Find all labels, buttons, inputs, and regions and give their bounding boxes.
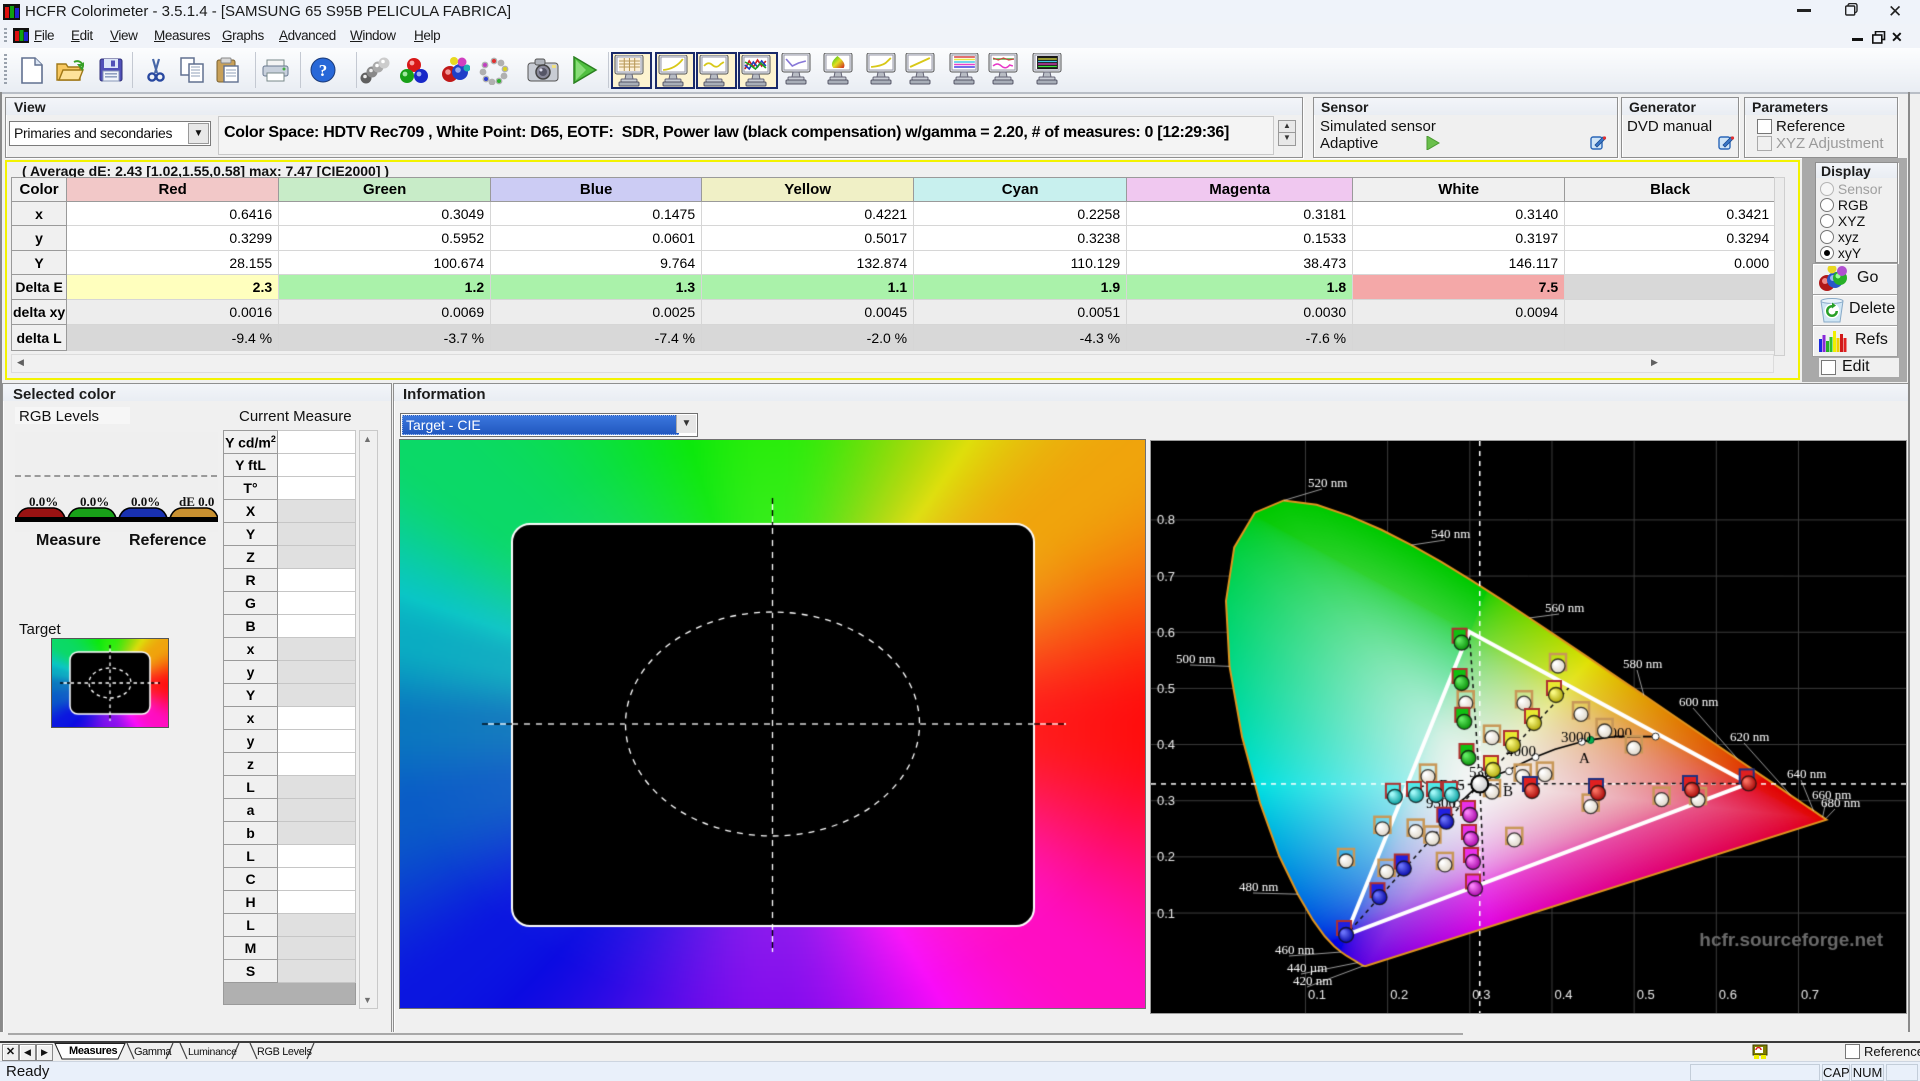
svg-text:?: ? (319, 61, 328, 80)
